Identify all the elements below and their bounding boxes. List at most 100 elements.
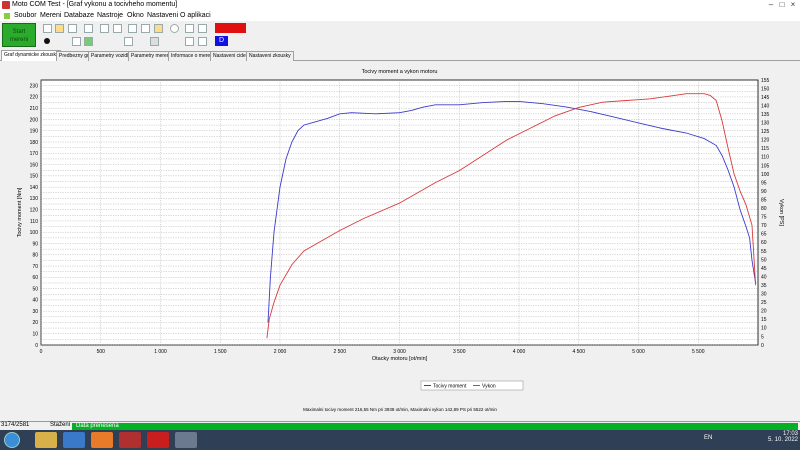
clock-icon[interactable] (170, 24, 179, 33)
chart-bars-icon[interactable] (150, 37, 159, 46)
clock-date: 5. 10. 2022 (767, 437, 798, 443)
pdf-icon[interactable] (147, 432, 169, 448)
y2-tick-label: 100 (761, 172, 770, 178)
y2-tick-label: 115 (761, 146, 769, 152)
chart-export-icon[interactable] (72, 37, 81, 46)
y2-tick-label: 125 (761, 129, 770, 135)
y2-tick-label: 45 (761, 266, 767, 272)
y2-tick-label: 5 (761, 334, 764, 340)
open-icon[interactable] (55, 24, 64, 33)
stop-button[interactable] (215, 23, 246, 33)
y-tick-label: 160 (30, 162, 39, 168)
y2-tick-label: 65 (761, 232, 767, 238)
windows-start-icon[interactable] (4, 432, 20, 448)
y2-tick-label: 35 (761, 283, 767, 289)
y2-tick-label: 70 (761, 223, 767, 229)
menu-okno[interactable]: Okno (127, 12, 144, 19)
y2-tick-label: 85 (761, 197, 767, 203)
menu-nastroje[interactable]: Nastroje (97, 12, 123, 19)
motocom-app-icon[interactable] (119, 432, 141, 448)
progress-bar: Data prenesena (72, 423, 798, 430)
maximize-icon[interactable]: □ (777, 0, 787, 10)
y-tick-label: 190 (30, 129, 39, 135)
status-state: Stažení (50, 422, 71, 428)
tools-icon[interactable] (154, 24, 163, 33)
y-tick-label: 140 (30, 185, 39, 191)
y-tick-label: 130 (30, 196, 39, 202)
tab-nastaveni-cidel[interactable]: Nastaveni cidel (210, 51, 250, 61)
legend-label-power: Vykon (482, 384, 496, 390)
menu-o-aplikaci[interactable]: O aplikaci (180, 12, 211, 19)
x-tick-label: 1 000 (154, 349, 167, 355)
y-tick-label: 60 (32, 275, 38, 281)
window-icon[interactable] (198, 37, 207, 46)
record-icon[interactable] (43, 37, 52, 46)
y-tick-label: 180 (30, 140, 39, 146)
y2-tick-label: 95 (761, 180, 767, 186)
language-indicator[interactable]: EN (704, 435, 712, 441)
y-tick-label: 10 (32, 332, 38, 338)
chart-icon[interactable] (100, 24, 109, 33)
new-icon[interactable] (43, 24, 52, 33)
tab-parametry-mereni[interactable]: Parametry mereni (128, 51, 174, 61)
y-tick-label: 0 (35, 343, 38, 349)
explorer-icon[interactable] (35, 432, 57, 448)
y-tick-label: 70 (32, 264, 38, 270)
clock[interactable]: 17:03 5. 10. 2022 (768, 431, 798, 443)
y2-tick-label: 120 (761, 138, 770, 144)
y-tick-label: 40 (32, 298, 38, 304)
chart-compare-icon[interactable] (124, 37, 133, 46)
menu-soubor[interactable]: Soubor (14, 12, 37, 19)
menu-bar: Soubor Mereni Databaze Nastroje Okno Nas… (0, 11, 800, 21)
monitor-icon[interactable] (185, 37, 194, 46)
x-tick-label: 5 500 (692, 349, 705, 355)
x-tick-label: 2 500 (333, 349, 346, 355)
x-axis-label: Otacky motoru [ot/min] (372, 356, 428, 362)
chart-zoom-icon[interactable] (128, 24, 137, 33)
mdi-icon (4, 13, 10, 19)
firefox-icon[interactable] (91, 432, 113, 448)
print-icon[interactable] (84, 24, 93, 33)
settings-icon[interactable] (185, 24, 194, 33)
save-icon[interactable] (68, 24, 77, 33)
y2-tick-label: 105 (761, 163, 770, 169)
y2-axis-label: Vykon [PS] (778, 199, 784, 226)
y2-tick-label: 75 (761, 215, 767, 221)
y2-tick-label: 20 (761, 309, 767, 315)
menu-nastaveni[interactable]: Nastaveni (147, 12, 178, 19)
y-tick-label: 30 (32, 309, 38, 315)
minimize-icon[interactable]: – (766, 0, 776, 10)
menu-databaze[interactable]: Databaze (64, 12, 94, 19)
paint-icon[interactable] (175, 432, 197, 448)
settings2-icon[interactable] (198, 24, 207, 33)
menu-mereni[interactable]: Mereni (40, 12, 61, 19)
y2-tick-label: 0 (761, 343, 764, 349)
x-tick-label: 500 (97, 349, 106, 355)
x-tick-label: 5 000 (632, 349, 645, 355)
chart-panel: Tocivy moment a vykon motoru 0 10 20 30 40 50 6… (1, 61, 799, 420)
tab-graf-dynamicke-zkousky[interactable]: Graf dynamicke zkousky (1, 50, 62, 61)
parameters-icon[interactable] (141, 24, 150, 33)
d-button[interactable]: D (215, 36, 228, 46)
chart-green-icon[interactable] (84, 37, 93, 46)
y-tick-label: 110 (30, 219, 38, 225)
chart-line-icon[interactable] (113, 24, 122, 33)
y2-tick-label: 55 (761, 249, 767, 255)
x-tick-label: 1 500 (214, 349, 227, 355)
max-values-annotation: Maximalni tocivy moment 216,55 Nm pri 39… (303, 407, 497, 412)
y2-tick-label: 155 (761, 78, 770, 84)
y-tick-label: 20 (32, 320, 38, 326)
y2-tick-label: 60 (761, 240, 767, 246)
tab-nastaveni-zkousky[interactable]: Nastaveni zkousky (246, 51, 294, 61)
y2-tick-label: 135 (761, 112, 770, 118)
x-tick-label: 4 500 (572, 349, 585, 355)
ie-icon[interactable] (63, 432, 85, 448)
start-measure-button[interactable]: Start mereni (2, 23, 36, 47)
y-tick-label: 150 (30, 174, 39, 180)
y-tick-label: 220 (30, 95, 39, 101)
y-tick-label: 90 (32, 241, 38, 247)
taskbar: EN 17:03 5. 10. 2022 (0, 430, 800, 450)
close-icon[interactable]: × (788, 0, 798, 10)
status-counter: 3174/2581 (1, 422, 30, 428)
legend-label-torque: Tocivy moment (433, 384, 467, 390)
